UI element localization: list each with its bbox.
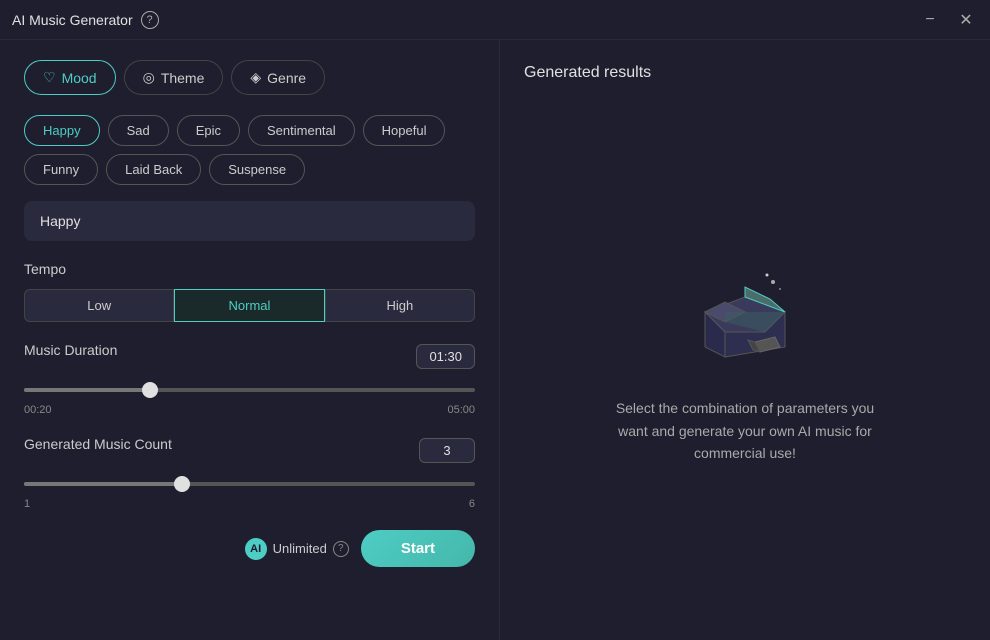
music-count-value-box: 3 (419, 438, 475, 463)
mood-funny[interactable]: Funny (24, 154, 98, 185)
theme-tab-icon: ◎ (143, 69, 155, 86)
tab-theme[interactable]: ◎ Theme (124, 60, 224, 95)
bottom-bar: AI Unlimited ? Start (24, 530, 475, 567)
start-button[interactable]: Start (361, 530, 475, 567)
box-illustration (685, 257, 805, 377)
unlimited-ai-icon: AI (245, 538, 267, 560)
right-panel: Generated results (500, 40, 990, 640)
music-count-label: Generated Music Count (24, 436, 172, 452)
music-duration-section: Music Duration 01:30 00:20 05:00 (24, 342, 475, 416)
minimize-button[interactable]: − (918, 8, 942, 32)
tab-genre-label: Genre (267, 70, 306, 86)
tab-theme-label: Theme (161, 70, 205, 86)
tempo-normal[interactable]: Normal (174, 289, 324, 322)
tab-mood-label: Mood (62, 70, 97, 86)
mood-grid: Happy Sad Epic Sentimental Hopeful Funny… (24, 115, 475, 185)
mood-epic[interactable]: Epic (177, 115, 240, 146)
unlimited-badge: AI Unlimited ? (245, 538, 349, 560)
tempo-high[interactable]: High (325, 289, 475, 322)
tab-mood[interactable]: ♡ Mood (24, 60, 116, 95)
mood-suspense[interactable]: Suspense (209, 154, 305, 185)
selected-mood-text: Happy (40, 213, 80, 229)
info-icon[interactable]: ? (141, 11, 159, 29)
mood-tab-icon: ♡ (43, 69, 56, 86)
music-count-section: Generated Music Count 3 1 6 (24, 436, 475, 510)
mood-laidback[interactable]: Laid Back (106, 154, 201, 185)
count-max-label: 6 (469, 498, 475, 510)
results-description: Select the combination of parameters you… (605, 397, 885, 464)
app-title: AI Music Generator (12, 12, 133, 28)
tempo-section: Tempo Low Normal High (24, 261, 475, 322)
left-panel: ♡ Mood ◎ Theme ◈ Genre Happy Sad Epic Se… (0, 40, 500, 640)
mood-happy[interactable]: Happy (24, 115, 100, 146)
results-illustration-area: Select the combination of parameters you… (524, 106, 966, 616)
music-duration-value-box: 01:30 (416, 344, 475, 369)
tempo-label: Tempo (24, 261, 475, 277)
title-bar: AI Music Generator ? − ✕ (0, 0, 990, 40)
selected-mood-display: Happy (24, 201, 475, 241)
unlimited-info-icon[interactable]: ? (333, 541, 349, 557)
unlimited-icon-text: AI (250, 543, 261, 555)
results-title: Generated results (524, 64, 966, 82)
duration-min-label: 00:20 (24, 404, 52, 416)
close-button[interactable]: ✕ (954, 8, 978, 32)
mood-sad[interactable]: Sad (108, 115, 169, 146)
tab-genre[interactable]: ◈ Genre (231, 60, 325, 95)
tempo-low[interactable]: Low (24, 289, 174, 322)
count-min-label: 1 (24, 498, 30, 510)
duration-max-label: 05:00 (447, 404, 475, 416)
unlimited-label: Unlimited (273, 541, 327, 556)
mood-sentimental[interactable]: Sentimental (248, 115, 355, 146)
music-duration-label: Music Duration (24, 342, 117, 358)
mood-hopeful[interactable]: Hopeful (363, 115, 446, 146)
genre-tab-icon: ◈ (250, 69, 261, 86)
